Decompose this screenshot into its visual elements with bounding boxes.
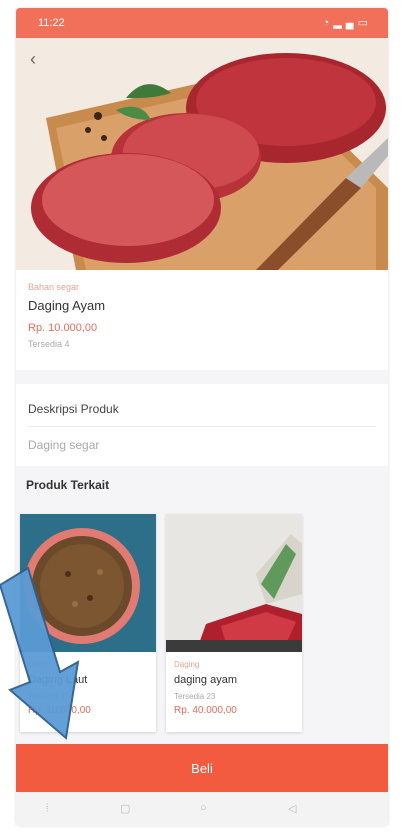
related-product-price: Rp. 10.000,00 bbox=[28, 705, 91, 716]
buy-button[interactable]: Beli bbox=[16, 744, 388, 792]
meat-photo bbox=[16, 38, 388, 270]
description-section: Deskripsi Produk Daging segar bbox=[16, 384, 388, 466]
related-products-title: Produk Terkait bbox=[26, 478, 110, 492]
product-info-card: Bahan segar Daging Ayam Rp. 10.000,00 Te… bbox=[16, 270, 388, 370]
product-name: Daging Ayam bbox=[28, 298, 106, 313]
related-product-image bbox=[166, 514, 302, 652]
related-product-name: Daging Laut bbox=[28, 674, 88, 686]
status-icons: ◔▂▄▭ bbox=[323, 16, 372, 29]
related-product-price: Rp. 40.000,00 bbox=[174, 705, 237, 716]
description-body: Daging segar bbox=[28, 438, 100, 452]
related-product-category: Bahan bbox=[28, 660, 52, 669]
product-hero-image: ‹ bbox=[16, 38, 388, 270]
back-arrow-icon[interactable]: ‹ bbox=[30, 50, 50, 70]
product-category: Bahan segar bbox=[28, 282, 80, 292]
related-product-card[interactable]: Bahan Daging Laut Tersedia 7 Rp. 10.000,… bbox=[20, 514, 156, 732]
system-nav-bar: ⦙ ▢ ○ ◁ bbox=[16, 792, 388, 826]
related-product-name: daging ayam bbox=[174, 674, 237, 686]
recent-apps-icon[interactable]: ▢ bbox=[120, 802, 130, 815]
related-product-image bbox=[20, 514, 156, 652]
home-icon[interactable]: ○ bbox=[200, 802, 207, 814]
divider bbox=[28, 426, 376, 427]
related-product-category: Daging bbox=[174, 660, 200, 669]
related-product-stock: Tersedia 7 bbox=[28, 692, 65, 701]
product-stock: Tersedia 4 bbox=[28, 339, 70, 349]
phone-screen: 11:22 ◔▂▄▭ ‹ Bahan segar Daging Ayam Rp.… bbox=[16, 8, 388, 826]
product-price: Rp. 10.000,00 bbox=[28, 322, 98, 334]
signal-icon: ▂▄ bbox=[333, 17, 358, 29]
wifi-icon: ◔ bbox=[322, 17, 334, 29]
back-icon[interactable]: ◁ bbox=[288, 802, 296, 815]
battery-icon: ▭ bbox=[357, 17, 372, 29]
status-time: 11:22 bbox=[38, 17, 65, 29]
related-product-stock: Tersedia 23 bbox=[174, 692, 216, 701]
description-title: Deskripsi Produk bbox=[28, 402, 119, 416]
menu-icon[interactable]: ⦙ bbox=[46, 802, 48, 815]
related-product-card[interactable]: Daging daging ayam Tersedia 23 Rp. 40.00… bbox=[166, 514, 302, 732]
status-bar: 11:22 ◔▂▄▭ bbox=[16, 8, 388, 38]
